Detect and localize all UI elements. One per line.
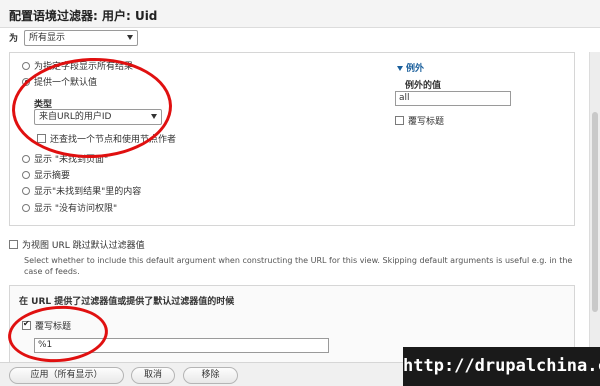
scrollbar[interactable] xyxy=(589,52,600,364)
radio-label: 显示 "没有访问权限" xyxy=(34,204,118,214)
triangle-down-icon xyxy=(397,66,403,71)
cancel-button[interactable]: 取消 xyxy=(131,367,175,384)
exceptions-title: 例外 xyxy=(406,64,425,74)
display-select-value: 所有显示 xyxy=(29,32,66,43)
value-present-header: 在 URL 提供了过滤器值或提供了默认过滤器值的时候 xyxy=(19,297,235,307)
for-label: 为 xyxy=(9,34,19,44)
radio-button[interactable] xyxy=(22,154,30,163)
radio-button[interactable] xyxy=(22,203,30,212)
exception-value-label: 例外的值 xyxy=(405,81,442,91)
chevron-down-icon xyxy=(127,34,134,40)
watermark: http://drupalchina.cn xyxy=(403,347,600,386)
dialog-title: 配置语境过滤器: 用户: Uid xyxy=(9,9,158,23)
apply-button[interactable]: 应用（所有显示） xyxy=(9,367,124,384)
radio-label: 显示摘要 xyxy=(34,171,71,181)
scrollbar-thumb[interactable] xyxy=(592,112,598,312)
skip-default-label: 为视图 URL 跳过默认过滤器值 xyxy=(22,241,145,251)
radio-button[interactable] xyxy=(22,170,30,179)
exception-override-title-label: 覆写标题 xyxy=(408,116,445,127)
remove-button[interactable]: 移除 xyxy=(183,367,238,384)
display-select[interactable]: 所有显示 xyxy=(24,29,139,46)
for-row: 为 所有显示 xyxy=(9,29,139,46)
radio-button[interactable] xyxy=(22,186,30,195)
radio-label: 显示"未找到结果"里的内容 xyxy=(34,187,142,197)
skip-default-description: Select whether to include this default a… xyxy=(24,256,573,276)
radio-option-access-denied[interactable]: 显示 "没有访问权限" xyxy=(22,201,117,214)
exceptions-toggle[interactable]: 例外 xyxy=(397,61,424,74)
radio-option-empty-text[interactable]: 显示"未找到结果"里的内容 xyxy=(22,184,141,197)
radio-option-summary[interactable]: 显示摘要 xyxy=(22,168,70,181)
skip-default-row[interactable]: 为视图 URL 跳过默认过滤器值 xyxy=(9,238,145,251)
radio-button[interactable] xyxy=(22,61,30,70)
exception-value: all xyxy=(399,93,410,103)
exception-override-title-row[interactable]: 覆写标题 xyxy=(395,114,445,127)
dialog-titlebar: 配置语境过滤器: 用户: Uid xyxy=(0,0,600,28)
exception-value-input[interactable]: all xyxy=(395,91,511,106)
skip-default-checkbox[interactable] xyxy=(9,240,18,249)
exception-override-title-checkbox[interactable] xyxy=(395,115,404,125)
